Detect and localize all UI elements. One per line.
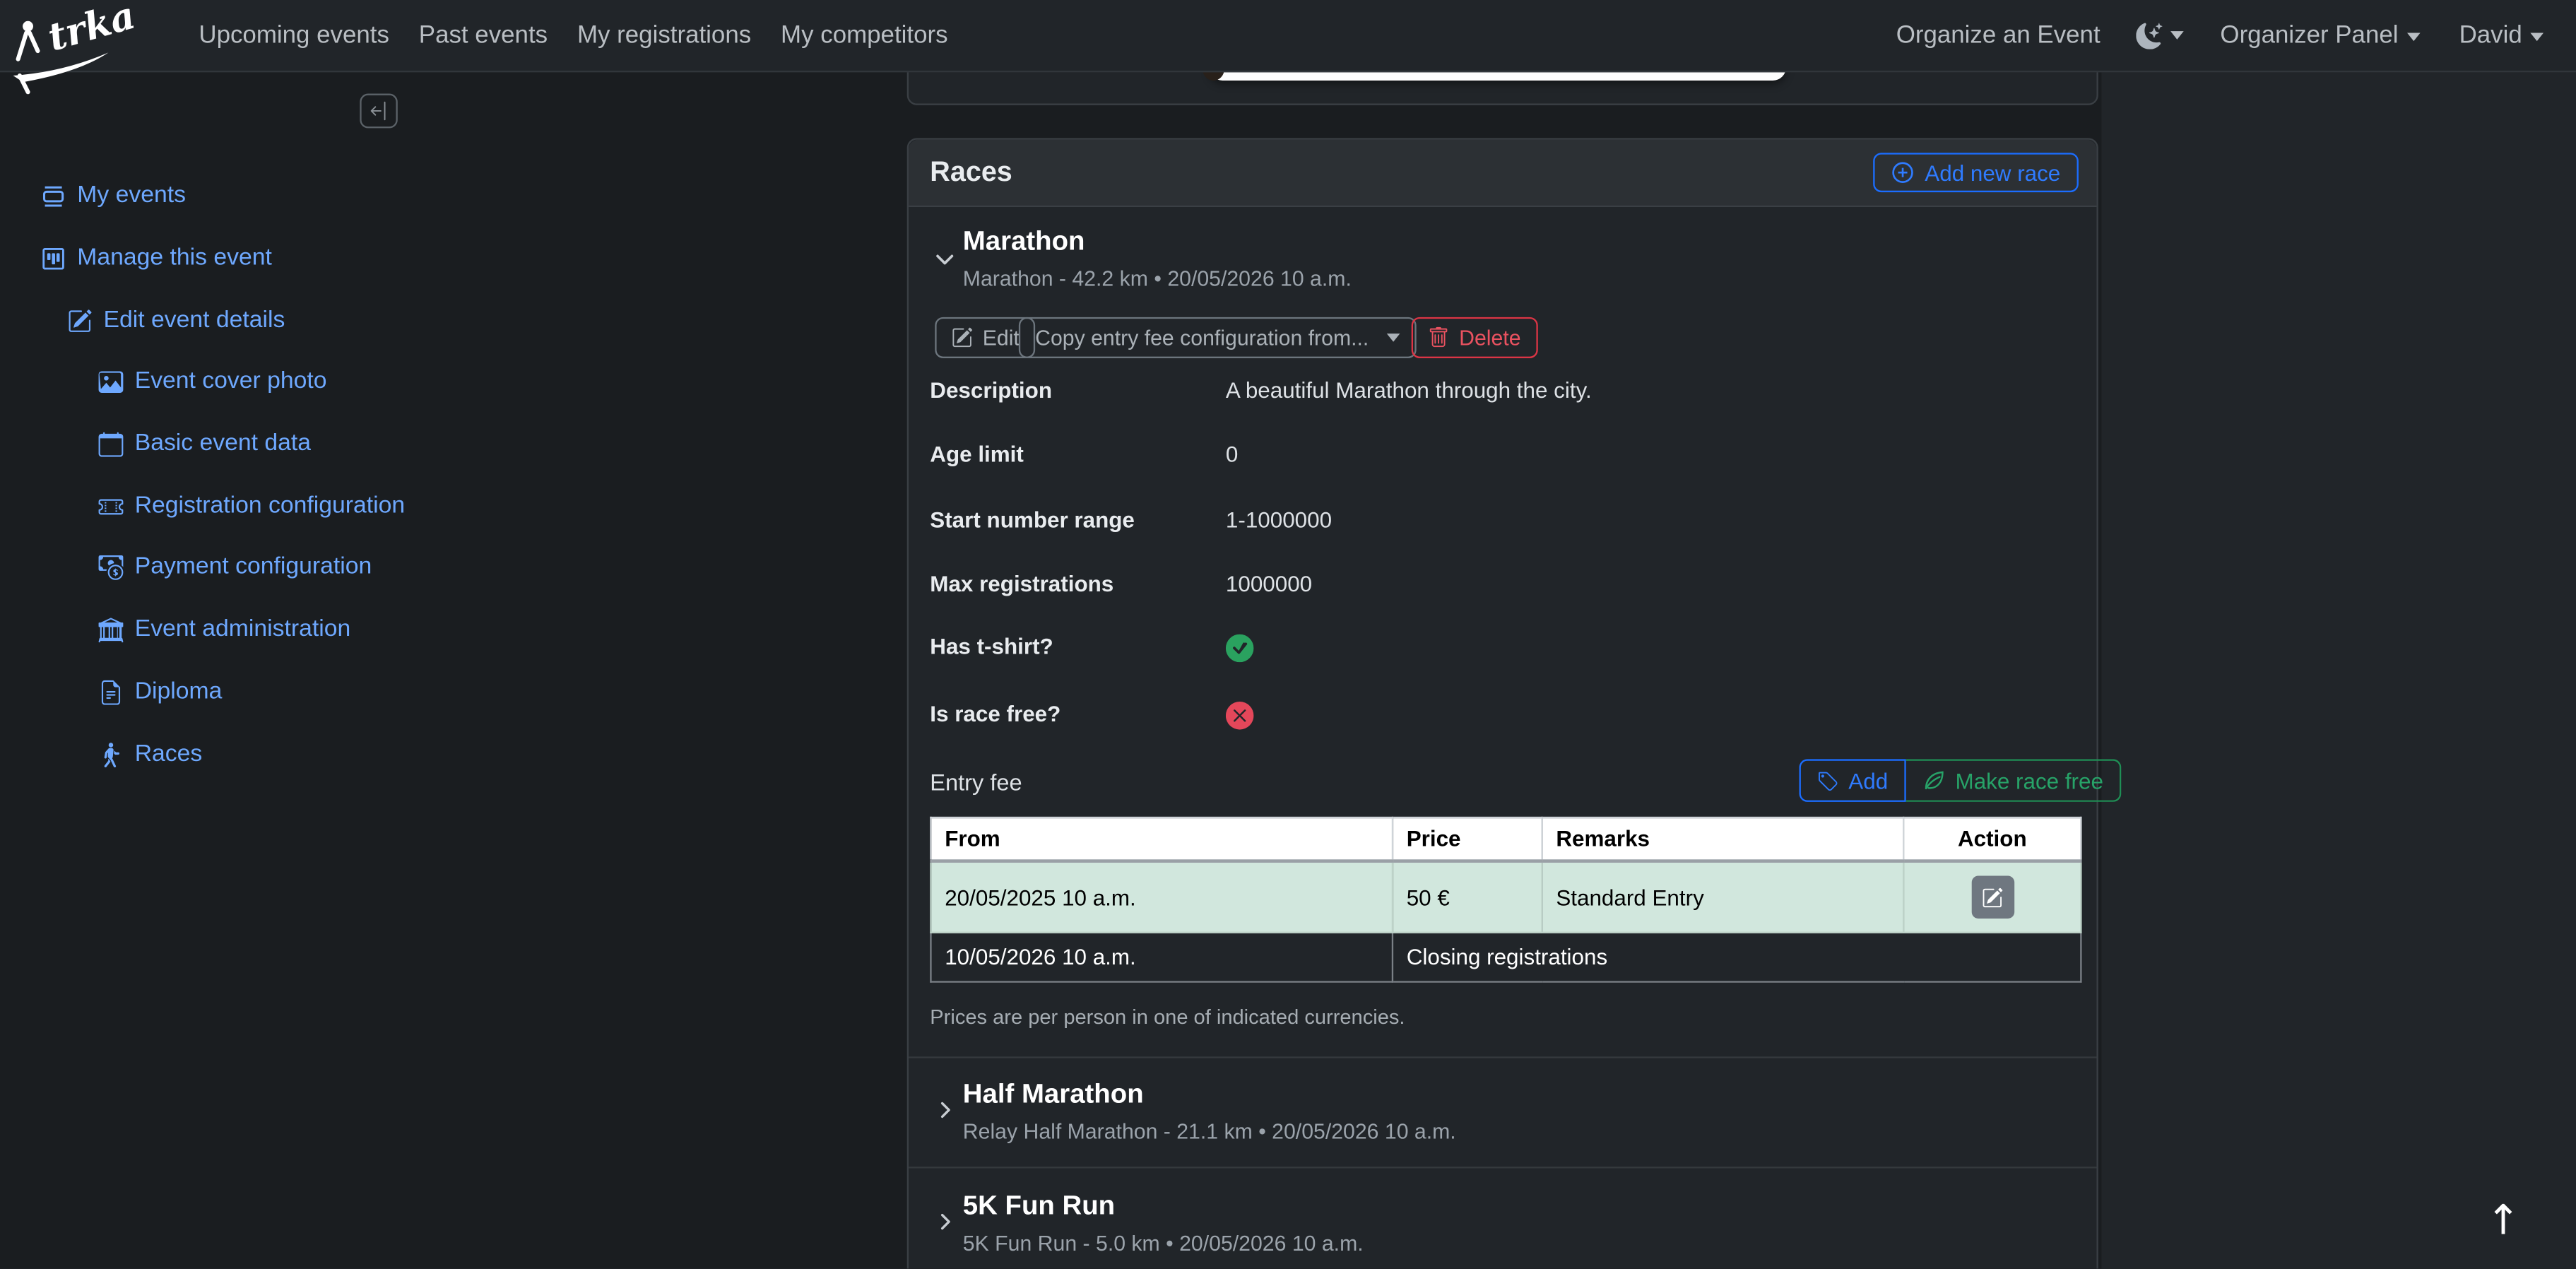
file-text-icon: [101, 679, 121, 704]
moon-stars-icon: [2136, 22, 2163, 49]
copy-entry-fee-dropdown[interactable]: Copy entry fee configuration from...: [1018, 317, 1417, 358]
races-card-header: Races Add new race: [909, 139, 2097, 208]
race-title-5k-fun-run[interactable]: 5K Fun Run: [963, 1191, 1115, 1222]
column-header-price: Price: [1391, 816, 1543, 863]
image-icon: [98, 370, 124, 392]
column-header-from: From: [930, 816, 1394, 863]
entry-fee-label: Entry fee: [930, 769, 1022, 796]
chevron-down-icon: [2406, 32, 2420, 41]
nav-upcoming-events[interactable]: Upcoming events: [184, 21, 403, 49]
sidebar-item-my-events[interactable]: My events: [41, 179, 186, 212]
tag-icon: [1819, 771, 1838, 790]
race-subtitle-half-marathon: Relay Half Marathon - 21.1 km • 20/05/20…: [962, 1119, 1456, 1144]
svg-text:trka: trka: [43, 0, 140, 60]
race-divider: [909, 1167, 2097, 1169]
edit-entry-fee-button[interactable]: [1971, 875, 2014, 919]
detail-row-age-limit: Age limit 0: [930, 442, 1239, 467]
fee-remarks-cell: Standard Entry: [1541, 860, 1905, 933]
person-walking-icon: [104, 742, 119, 767]
fee-from-cell: 10/05/2026 10 a.m.: [930, 931, 1394, 983]
table-row: 20/05/2025 10 a.m. 50 € Standard Entry: [930, 860, 2082, 933]
sidebar-item-registration-configuration[interactable]: Registration configuration: [98, 490, 405, 523]
bank-icon: [98, 617, 124, 642]
viewport: trka Upcoming events Past events My regi…: [0, 0, 2576, 1269]
page-title: Races: [930, 155, 1012, 188]
prices-note: Prices are per person in one of indicate…: [930, 1005, 1405, 1029]
column-header-action: Action: [1903, 816, 2082, 863]
detail-row-start-number-range: Start number range 1-1000000: [930, 507, 1333, 533]
brand-logo[interactable]: trka: [6, 0, 177, 99]
fee-note-cell: Closing registrations: [1391, 931, 2082, 983]
sidebar-item-edit-event-details[interactable]: Edit event details: [67, 304, 285, 337]
sidebar-collapse-button[interactable]: [360, 93, 398, 129]
races-card: Races Add new race Marathon Marathon - 4…: [906, 138, 2122, 1269]
detail-row-is-race-free: Is race free?: [930, 702, 2075, 730]
chevron-right-icon[interactable]: [935, 1211, 956, 1232]
chevron-down-icon[interactable]: [933, 248, 957, 271]
entry-fee-button-group: Add Make race free: [1799, 759, 2122, 802]
column-header-remarks: Remarks: [1541, 816, 1905, 863]
nav-organize-event[interactable]: Organize an Event: [1886, 21, 2110, 49]
detail-row-has-tshirt: Has t-shirt?: [930, 634, 2075, 663]
calendar-icon: [98, 431, 124, 456]
make-race-free-button[interactable]: Make race free: [1906, 759, 2122, 802]
pencil-square-icon: [69, 309, 92, 331]
sidebar-item-basic-event-data[interactable]: Basic event data: [98, 427, 311, 461]
fee-action-cell: [1903, 860, 2082, 933]
pencil-square-icon: [952, 327, 973, 348]
add-entry-fee-button[interactable]: Add: [1799, 759, 1906, 802]
race-subtitle-marathon: Marathon - 42.2 km • 20/05/2026 10 a.m.: [962, 266, 1352, 291]
sidebar-item-event-cover-photo[interactable]: Event cover photo: [98, 365, 327, 398]
chevron-down-icon: [2170, 31, 2185, 40]
leaf-icon: [1925, 771, 1944, 790]
nav-past-events[interactable]: Past events: [404, 21, 562, 49]
chevron-right-icon[interactable]: [935, 1099, 956, 1121]
pencil-square-icon: [1983, 887, 2003, 907]
delete-race-button[interactable]: Delete: [1411, 317, 1537, 358]
sidebar-item-event-administration[interactable]: Event administration: [98, 613, 351, 646]
fee-price-cell: 50 €: [1391, 860, 1543, 933]
sidebar-item-manage-this-event[interactable]: Manage this event: [41, 242, 272, 275]
main-nav: Upcoming events Past events My registrat…: [184, 0, 962, 71]
navbar-right: Organize an Event Organizer Panel David: [1886, 0, 2553, 71]
race-subtitle-5k-fun-run: 5K Fun Run - 5.0 km • 20/05/2026 10 a.m.: [962, 1230, 1364, 1256]
nav-my-registrations[interactable]: My registrations: [562, 21, 766, 49]
sidebar-item-payment-configuration[interactable]: Payment configuration: [98, 550, 372, 584]
nav-organizer-panel[interactable]: Organizer Panel: [2210, 21, 2429, 49]
fee-from-cell: 20/05/2025 10 a.m.: [930, 860, 1394, 933]
trash-icon: [1429, 326, 1448, 348]
detail-row-description: Description A beautiful Marathon through…: [930, 377, 1592, 403]
table-row: 10/05/2026 10 a.m. Closing registrations: [930, 931, 2082, 983]
nav-user-menu[interactable]: David: [2450, 21, 2553, 49]
collection-icon: [42, 185, 64, 206]
plus-circle-icon: [1893, 162, 1914, 183]
nav-my-competitors[interactable]: My competitors: [766, 21, 962, 49]
table-header-row: From Price Remarks Action: [930, 816, 2082, 863]
chevron-down-icon: [1386, 334, 1400, 342]
check-circle-icon: [1225, 634, 1254, 663]
chevron-down-icon: [2530, 32, 2544, 41]
race-divider: [909, 1056, 2097, 1058]
race-title-marathon[interactable]: Marathon: [963, 227, 1085, 258]
kanban-icon: [42, 247, 64, 269]
theme-dropdown[interactable]: [2130, 22, 2191, 49]
sidebar-item-diploma[interactable]: Diploma: [99, 675, 222, 709]
add-new-race-button[interactable]: Add new race: [1874, 153, 2079, 193]
race-title-half-marathon[interactable]: Half Marathon: [963, 1080, 1144, 1111]
arrow-bar-left-icon: [370, 101, 386, 121]
sidebar-item-races[interactable]: Races: [99, 738, 202, 771]
scroll-to-top-button[interactable]: ↑: [2486, 1196, 2521, 1244]
x-circle-icon: [1225, 702, 1254, 730]
detail-row-max-registrations: Max registrations 1000000: [930, 572, 1313, 597]
cash-coin-icon: [98, 554, 124, 579]
entry-fee-table: From Price Remarks Action 20/05/2025 10 …: [930, 816, 2082, 983]
ticket-icon: [98, 498, 124, 514]
navbar: trka Upcoming events Past events My regi…: [0, 0, 2576, 95]
